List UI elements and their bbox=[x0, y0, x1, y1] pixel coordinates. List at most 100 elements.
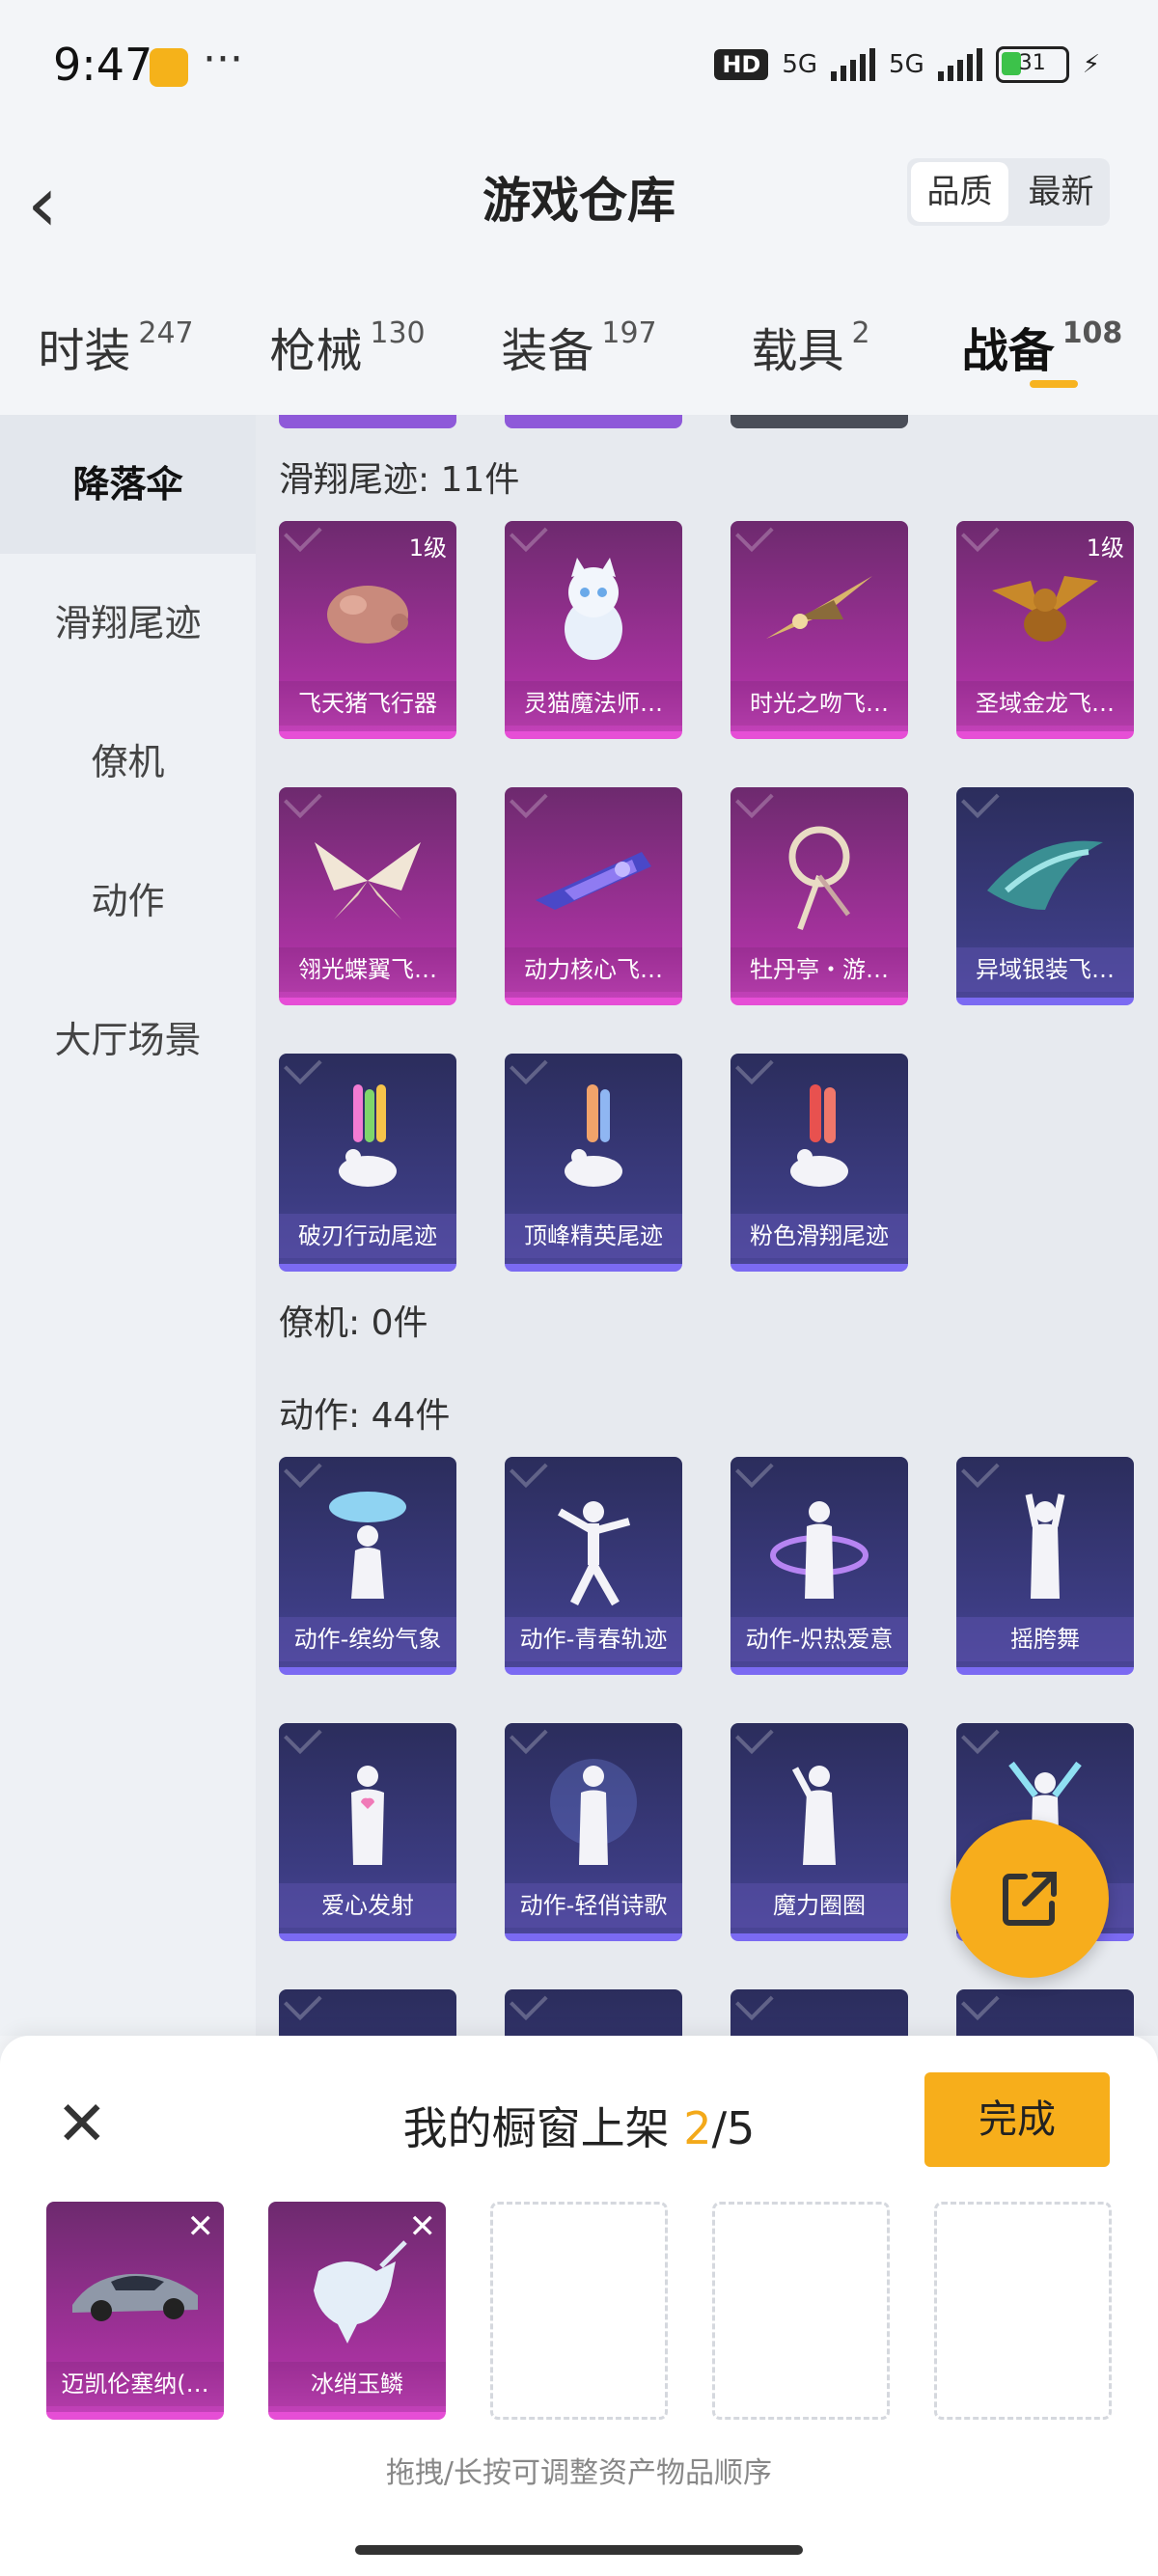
tab-fashion[interactable]: 时装 247 bbox=[0, 289, 232, 415]
card-stub bbox=[505, 415, 682, 428]
golden-kiss-glider-icon bbox=[731, 542, 908, 677]
status-time: 9:47 bbox=[53, 39, 153, 91]
emote-figure-icon bbox=[505, 1478, 682, 1613]
status-right: HD 5G 5G 31 ⚡ bbox=[714, 46, 1100, 83]
empty-slot[interactable] bbox=[934, 2202, 1112, 2420]
item-label: 迈凯伦塞纳(… bbox=[46, 2362, 224, 2406]
tab-equipment[interactable]: 装备 197 bbox=[463, 289, 695, 415]
item-label: 异域银装飞… bbox=[956, 947, 1134, 992]
emote-figure-icon bbox=[505, 1744, 682, 1879]
elite-trail-icon bbox=[505, 1075, 682, 1210]
network-label-2: 5G bbox=[889, 50, 924, 79]
section-title-emote: 动作: 44件 bbox=[279, 1396, 451, 1436]
item-label: 魔力圈圈 bbox=[731, 1883, 908, 1928]
tab-label: 枪械 bbox=[269, 324, 363, 378]
showcase-slot[interactable]: ✕ 迈凯伦塞纳(… bbox=[46, 2202, 224, 2420]
item-card[interactable]: 动力核心飞… bbox=[505, 787, 682, 1005]
share-export-button[interactable] bbox=[951, 1820, 1109, 1978]
item-label: 摇胯舞 bbox=[956, 1617, 1134, 1661]
item-card[interactable]: 动作-青春轨迹 bbox=[505, 1457, 682, 1675]
power-core-glider-icon bbox=[505, 808, 682, 944]
sidebar-item-parachute[interactable]: 降落伞 bbox=[0, 415, 256, 554]
butterfly-wing-glider-icon bbox=[279, 808, 456, 944]
item-card[interactable]: 粉色滑翔尾迹 bbox=[731, 1054, 908, 1272]
card-stub bbox=[731, 415, 908, 428]
section-title-glide: 滑翔尾迹: 11件 bbox=[279, 460, 520, 500]
sort-quality-button[interactable]: 品质 bbox=[911, 162, 1008, 222]
tab-guns[interactable]: 枪械 130 bbox=[232, 289, 463, 415]
item-card[interactable] bbox=[731, 1989, 908, 2036]
sidebar-item-emote[interactable]: 动作 bbox=[0, 832, 256, 971]
tab-label: 装备 bbox=[501, 324, 594, 378]
emote-figure-icon bbox=[956, 1478, 1134, 1613]
item-label: 动作-缤纷气象 bbox=[279, 1617, 456, 1661]
item-label: 破刃行动尾迹 bbox=[279, 1214, 456, 1258]
emote-figure-icon bbox=[731, 1744, 908, 1879]
previous-row-stubs bbox=[279, 415, 908, 428]
item-card[interactable]: 1级 圣域金龙飞… bbox=[956, 521, 1134, 739]
empty-slot[interactable] bbox=[712, 2202, 890, 2420]
item-label: 动作-炽热爱意 bbox=[731, 1617, 908, 1661]
emote-figure-icon bbox=[279, 1478, 456, 1613]
item-card[interactable]: 破刃行动尾迹 bbox=[279, 1054, 456, 1272]
tab-battle-gear[interactable]: 战备 108 bbox=[926, 289, 1158, 415]
item-card[interactable] bbox=[505, 1989, 682, 2036]
item-card[interactable] bbox=[956, 1989, 1134, 2036]
sort-newest-button[interactable]: 最新 bbox=[1012, 158, 1110, 226]
emote-figure-icon bbox=[731, 1478, 908, 1613]
flying-pig-icon bbox=[279, 542, 456, 677]
item-label: 动力核心飞… bbox=[505, 947, 682, 992]
item-label: 翎光蝶翼飞… bbox=[279, 947, 456, 992]
item-card[interactable]: 牡丹亭・游… bbox=[731, 787, 908, 1005]
item-content: 滑翔尾迹: 11件 1级 飞天猪飞行器 灵猫魔法师… 时光之吻飞… 1级 圣域金… bbox=[256, 415, 1158, 2036]
sidebar-item-glide-trail[interactable]: 滑翔尾迹 bbox=[0, 554, 256, 693]
item-label: 动作-青春轨迹 bbox=[505, 1617, 682, 1661]
item-card[interactable]: 异域银装飞… bbox=[956, 787, 1134, 1005]
card-stub bbox=[279, 415, 456, 428]
item-card[interactable]: 灵猫魔法师… bbox=[505, 521, 682, 739]
share-export-icon bbox=[1003, 1872, 1057, 1926]
checkmark-icon bbox=[510, 1989, 548, 2021]
done-button[interactable]: 完成 bbox=[924, 2072, 1110, 2167]
glide-grid: 1级 飞天猪飞行器 灵猫魔法师… 时光之吻飞… 1级 圣域金龙飞… 翎光蝶翼飞… bbox=[279, 521, 1134, 1272]
item-card[interactable]: 爱心发射 bbox=[279, 1723, 456, 1941]
item-label: 灵猫魔法师… bbox=[505, 681, 682, 726]
item-label: 圣域金龙飞… bbox=[956, 681, 1134, 726]
item-card[interactable]: 摇胯舞 bbox=[956, 1457, 1134, 1675]
app-header: ‹ 游戏仓库 品质 最新 bbox=[0, 135, 1158, 260]
item-card[interactable]: 时光之吻飞… bbox=[731, 521, 908, 739]
item-card[interactable]: 顶峰精英尾迹 bbox=[505, 1054, 682, 1272]
tab-count: 130 bbox=[370, 316, 426, 350]
item-card[interactable]: 1级 飞天猪飞行器 bbox=[279, 521, 456, 739]
item-card[interactable]: 魔力圈圈 bbox=[731, 1723, 908, 1941]
item-card[interactable] bbox=[279, 1989, 456, 2036]
signal-icon bbox=[937, 48, 982, 81]
tab-vehicles[interactable]: 载具 2 bbox=[695, 289, 926, 415]
item-card[interactable]: 翎光蝶翼飞… bbox=[279, 787, 456, 1005]
section-title-wingman: 僚机: 0件 bbox=[279, 1303, 428, 1343]
item-card[interactable]: 动作-炽热爱意 bbox=[731, 1457, 908, 1675]
hd-icon: HD bbox=[714, 49, 769, 80]
item-label: 时光之吻飞… bbox=[731, 681, 908, 726]
pink-trail-icon bbox=[731, 1075, 908, 1210]
alien-silver-glider-icon bbox=[956, 808, 1134, 944]
sidebar-item-wingman[interactable]: 僚机 bbox=[0, 693, 256, 832]
magic-cat-icon bbox=[505, 542, 682, 677]
charging-icon: ⚡ bbox=[1082, 50, 1100, 79]
item-label: 飞天猪飞行器 bbox=[279, 681, 456, 726]
tab-label: 载具 bbox=[751, 324, 844, 378]
sidebar: 降落伞 滑翔尾迹 僚机 动作 大厅场景 bbox=[0, 415, 256, 2036]
empty-slot[interactable] bbox=[490, 2202, 668, 2420]
supercar-icon bbox=[46, 2223, 224, 2358]
tab-label: 时装 bbox=[38, 324, 131, 378]
sidebar-item-lobby-scene[interactable]: 大厅场景 bbox=[0, 971, 256, 1110]
rainbow-trail-icon bbox=[279, 1075, 456, 1210]
item-card[interactable]: 动作-轻俏诗歌 bbox=[505, 1723, 682, 1941]
item-label: 牡丹亭・游… bbox=[731, 947, 908, 992]
showcase-slot[interactable]: ✕ 冰绡玉鳞 bbox=[268, 2202, 446, 2420]
tab-count: 108 bbox=[1062, 316, 1123, 350]
item-card[interactable]: 动作-缤纷气象 bbox=[279, 1457, 456, 1675]
more-notifications-icon: ··· bbox=[203, 35, 243, 84]
tab-count: 2 bbox=[851, 316, 870, 350]
home-indicator[interactable] bbox=[355, 2545, 803, 2555]
